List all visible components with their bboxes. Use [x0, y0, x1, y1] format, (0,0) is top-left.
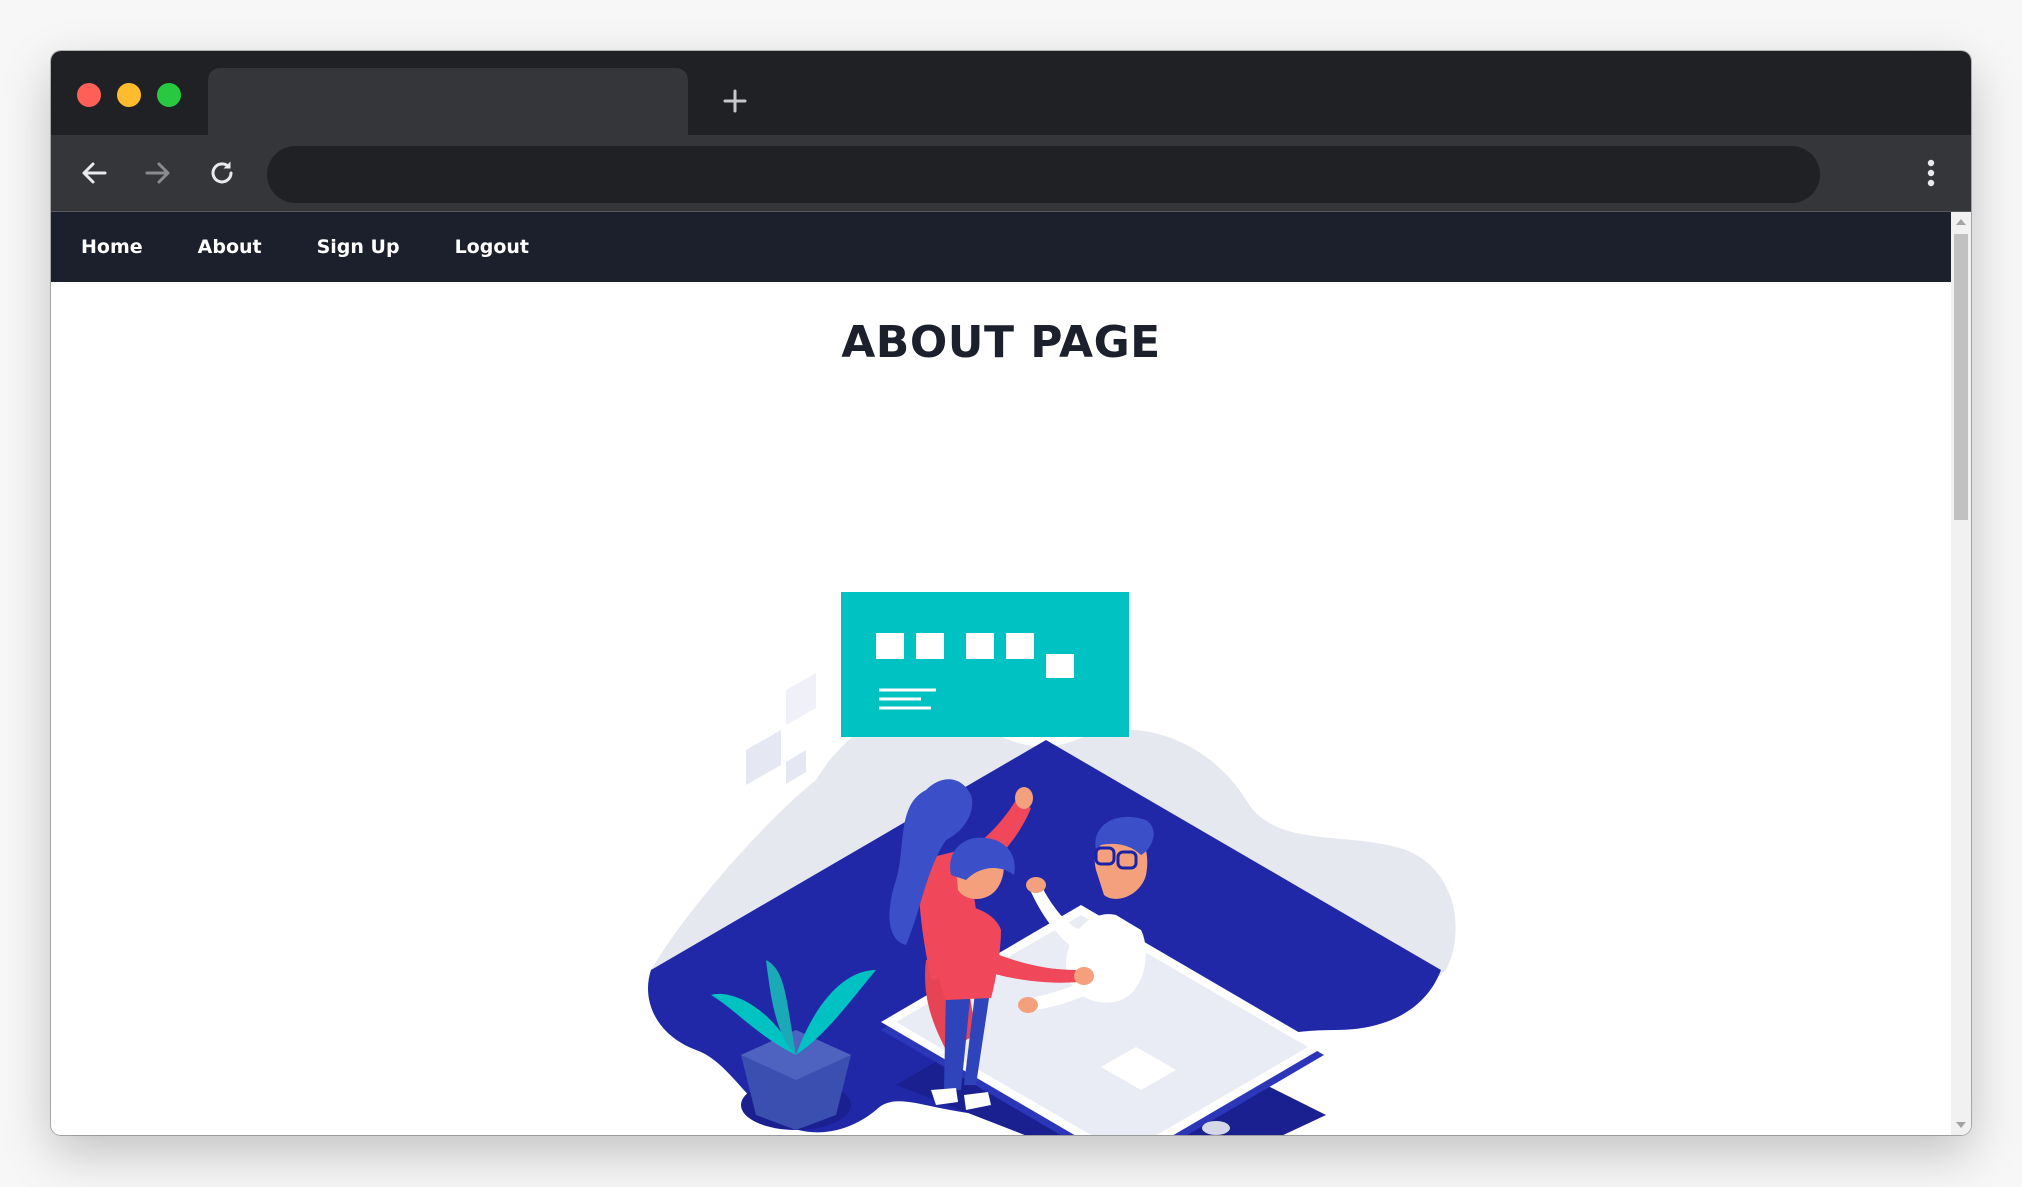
man-hand	[1026, 877, 1046, 893]
reload-button[interactable]	[202, 153, 242, 193]
forward-button[interactable]	[138, 153, 178, 193]
browser-tab[interactable]	[208, 68, 688, 135]
teal-board	[841, 592, 1129, 737]
team-collaboration-illustration	[648, 592, 1456, 1135]
arrow-right-icon	[145, 162, 170, 184]
floating-square	[786, 750, 806, 784]
scroll-down-arrow-icon[interactable]	[1956, 1122, 1966, 1128]
reload-icon	[211, 161, 233, 184]
kebab-menu-icon	[1927, 159, 1935, 187]
minimize-window-button[interactable]	[117, 83, 141, 107]
new-tab-button[interactable]	[715, 81, 755, 121]
nav-link-sign-up[interactable]: Sign Up	[317, 236, 400, 258]
browser-toolbar	[51, 135, 1971, 212]
nav-link-logout[interactable]: Logout	[455, 236, 529, 258]
board-card	[1046, 654, 1074, 678]
man-hand	[1018, 997, 1038, 1013]
page-title: ABOUT PAGE	[841, 317, 1161, 368]
nav-link-home[interactable]: Home	[81, 236, 143, 258]
close-window-button[interactable]	[77, 83, 101, 107]
boy-hand	[1074, 967, 1094, 985]
title-bar	[51, 51, 1971, 135]
floating-square	[746, 730, 781, 785]
floating-square	[786, 673, 816, 725]
vertical-scrollbar[interactable]	[1951, 212, 1971, 1135]
arrow-left-icon	[82, 162, 107, 184]
board-card	[876, 633, 904, 659]
maximize-window-button[interactable]	[157, 83, 181, 107]
plus-icon	[723, 89, 747, 113]
address-bar[interactable]	[267, 146, 1820, 203]
board-card	[1006, 633, 1034, 659]
browser-window: Home About Sign Up Logout ABOUT PAGE	[51, 51, 1971, 1135]
nav-link-about[interactable]: About	[198, 236, 262, 258]
board-card	[916, 633, 944, 659]
table-button	[1202, 1121, 1230, 1135]
site-navbar: Home About Sign Up Logout	[51, 212, 1951, 282]
browser-menu-button[interactable]	[1919, 153, 1943, 193]
page-viewport: Home About Sign Up Logout ABOUT PAGE	[51, 212, 1971, 1135]
scroll-up-arrow-icon[interactable]	[1956, 219, 1966, 225]
woman-hand	[1015, 787, 1033, 809]
back-button[interactable]	[74, 153, 114, 193]
board-card	[966, 633, 994, 659]
scrollbar-thumb[interactable]	[1954, 234, 1968, 520]
